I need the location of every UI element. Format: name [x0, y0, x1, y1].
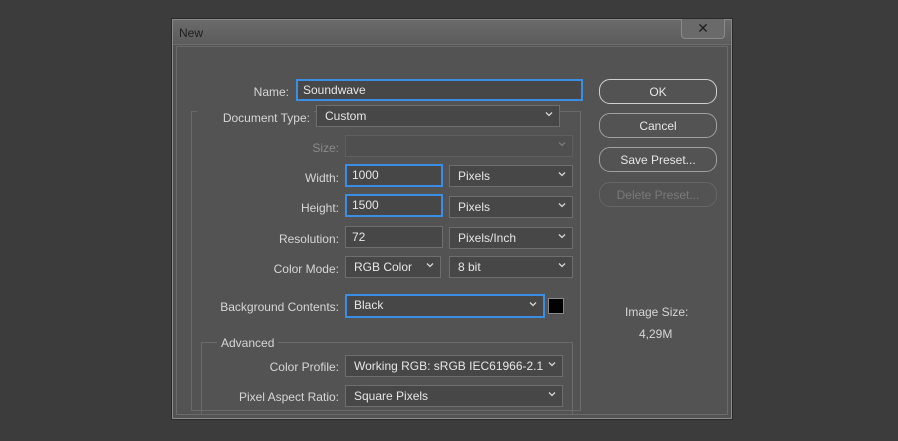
dialog-content: Name: Soundwave Document Type: Custom Si… — [176, 46, 728, 415]
pixel-aspect-ratio-label: Pixel Aspect Ratio: — [238, 390, 339, 404]
dialog-titlebar[interactable]: New ✕ — [173, 19, 731, 45]
document-type-value: Custom — [325, 109, 367, 123]
dialog-title: New — [179, 26, 204, 40]
color-profile-select[interactable]: Working RGB: sRGB IEC61966-2.1 — [345, 355, 563, 377]
image-size-value: 4,29M — [639, 327, 673, 341]
background-contents-select[interactable]: Black — [345, 294, 545, 318]
chevron-down-icon — [426, 263, 434, 268]
width-unit-select[interactable]: Pixels — [449, 165, 573, 187]
color-profile-value: Working RGB: sRGB IEC61966-2.1 — [354, 359, 544, 373]
color-mode-value: RGB Color — [354, 260, 413, 274]
image-size-label: Image Size: — [625, 305, 689, 319]
width-unit-value: Pixels — [458, 169, 491, 183]
advanced-legend: Advanced — [217, 336, 279, 350]
size-label: Size: — [312, 141, 339, 155]
document-type-select[interactable]: Custom — [316, 105, 560, 127]
bit-depth-select[interactable]: 8 bit — [449, 256, 573, 278]
height-unit-select[interactable]: Pixels — [449, 196, 573, 218]
name-label: Name: — [253, 85, 289, 99]
bit-depth-value: 8 bit — [458, 260, 481, 274]
background-contents-label: Background Contents: — [220, 300, 339, 314]
pixel-aspect-ratio-value: Square Pixels — [354, 389, 429, 403]
color-mode-label: Color Mode: — [273, 262, 339, 276]
pixel-aspect-ratio-select[interactable]: Square Pixels — [345, 385, 563, 407]
chevron-down-icon — [548, 392, 556, 397]
chevron-down-icon — [548, 362, 556, 367]
resolution-input[interactable]: 72 — [345, 226, 443, 248]
chevron-down-icon — [558, 234, 566, 239]
background-color-swatch[interactable] — [548, 298, 564, 314]
document-type-label: Document Type: — [197, 111, 314, 125]
height-label: Height: — [300, 201, 339, 215]
chevron-down-icon — [558, 263, 566, 268]
ok-button[interactable]: OK — [599, 79, 717, 104]
delete-preset-button: Delete Preset... — [599, 182, 717, 207]
size-select — [345, 135, 573, 157]
resolution-unit-value: Pixels/Inch — [458, 231, 517, 245]
color-profile-label: Color Profile: — [269, 360, 339, 374]
chevron-down-icon — [558, 203, 566, 208]
new-document-dialog: New ✕ Name: Soundwave Document Type: Cus… — [172, 19, 732, 419]
resolution-unit-select[interactable]: Pixels/Inch — [449, 227, 573, 249]
background-contents-value: Black — [354, 298, 384, 312]
height-unit-value: Pixels — [458, 200, 491, 214]
resolution-label: Resolution: — [278, 232, 339, 246]
chevron-down-icon — [529, 302, 537, 307]
color-mode-select[interactable]: RGB Color — [345, 256, 441, 278]
cancel-button[interactable]: Cancel — [599, 113, 717, 138]
height-input[interactable]: 1500 — [345, 194, 443, 217]
name-input[interactable]: Soundwave — [296, 79, 583, 101]
width-label: Width: — [304, 171, 339, 185]
save-preset-button[interactable]: Save Preset... — [599, 147, 717, 172]
chevron-down-icon — [558, 172, 566, 177]
close-icon: ✕ — [697, 20, 709, 36]
close-button[interactable]: ✕ — [681, 19, 725, 39]
width-input[interactable]: 1000 — [345, 164, 443, 187]
chevron-down-icon — [558, 142, 566, 147]
chevron-down-icon — [545, 112, 553, 117]
